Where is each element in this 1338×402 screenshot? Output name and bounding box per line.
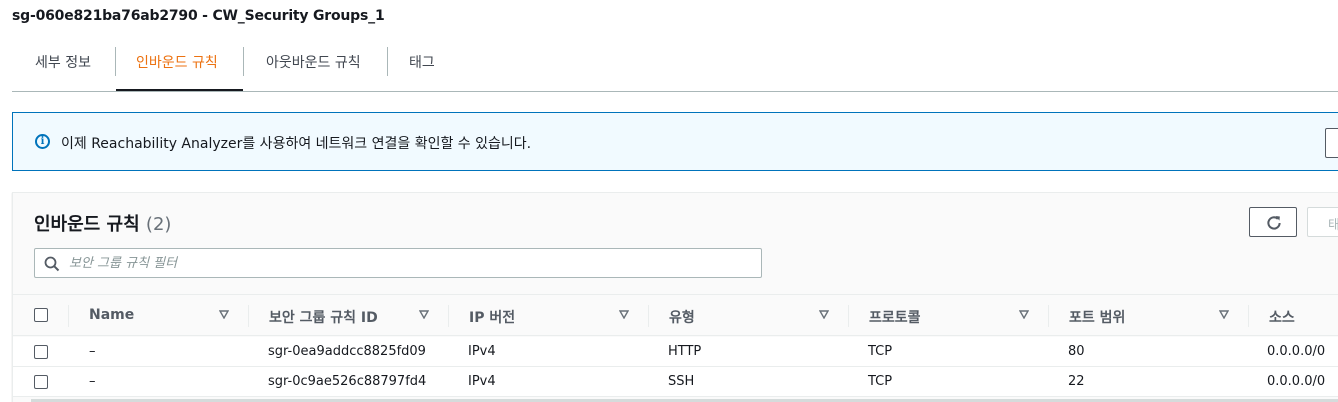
alert-action-button[interactable] [1325, 128, 1338, 158]
page-title: sg-060e821ba76ab2790 - CW_Security Group… [12, 8, 385, 24]
tab-divider [387, 47, 388, 76]
column-header-ip-version[interactable]: IP 버전 [469, 307, 515, 327]
column-divider [248, 305, 249, 327]
cell-protocol: TCP [868, 344, 893, 359]
panel-title: 인바운드 규칙 (2) [34, 210, 171, 236]
column-divider [1248, 305, 1249, 327]
tab-details[interactable]: 세부 정보 [35, 46, 91, 92]
column-divider [848, 305, 849, 327]
column-divider [68, 305, 69, 327]
info-alert: i 이제 Reachability Analyzer를 사용하여 네트워크 연결… [12, 112, 1338, 171]
tab-inbound-rules[interactable]: 인바운드 규칙 [116, 46, 243, 91]
tab-divider [243, 47, 244, 76]
column-divider [448, 305, 449, 327]
inbound-rules-panel: 인바운드 규칙 (2) 태그 Name 보안 그룹 규칙 ID IP 버전 유형… [12, 192, 1338, 402]
search-field[interactable] [34, 248, 762, 278]
select-all-checkbox[interactable] [34, 308, 48, 322]
column-divider [1048, 305, 1049, 327]
tab-tags[interactable]: 태그 [409, 46, 435, 92]
search-input[interactable] [69, 249, 749, 277]
column-header-type[interactable]: 유형 [669, 307, 695, 327]
cell-source: 0.0.0.0/0 [1267, 344, 1326, 359]
refresh-icon [1267, 216, 1281, 230]
column-header-protocol[interactable]: 프로토콜 [869, 307, 921, 327]
tab-bar: 세부 정보 인바운드 규칙 아웃바운드 규칙 태그 [12, 34, 1338, 92]
info-icon: i [35, 134, 50, 149]
cell-port-range: 80 [1068, 344, 1085, 359]
sort-icon[interactable] [619, 310, 629, 319]
column-header-rule-id[interactable]: 보안 그룹 규칙 ID [269, 307, 378, 327]
refresh-button[interactable] [1249, 207, 1297, 237]
rule-count: (2) [145, 214, 172, 235]
tab-outbound-rules[interactable]: 아웃바운드 규칙 [266, 46, 361, 92]
cell-ip-version: IPv4 [468, 344, 496, 359]
search-icon [44, 256, 60, 272]
row-checkbox[interactable] [34, 345, 48, 359]
table-row[interactable]: – sgr-0ea9addcc8825fd09 IPv4 HTTP TCP 80… [13, 337, 1338, 367]
cell-port-range: 22 [1068, 374, 1085, 389]
column-header-name[interactable]: Name [89, 307, 134, 323]
cell-name: – [89, 344, 96, 359]
column-header-source[interactable]: 소스 [1269, 307, 1295, 327]
panel-title-text: 인바운드 규칙 [34, 214, 140, 235]
cell-type: HTTP [668, 344, 702, 359]
cell-ip-version: IPv4 [468, 374, 496, 389]
cell-name: – [89, 374, 96, 389]
column-header-port-range[interactable]: 포트 범위 [1069, 307, 1125, 327]
table-header: Name 보안 그룹 규칙 ID IP 버전 유형 프로토콜 포트 범위 소스 [13, 294, 1338, 336]
column-divider [648, 305, 649, 327]
sort-icon[interactable] [819, 310, 829, 319]
cell-rule-id: sgr-0ea9addcc8825fd09 [268, 344, 426, 359]
row-checkbox[interactable] [34, 375, 48, 389]
sort-icon[interactable] [1019, 310, 1029, 319]
sort-icon[interactable] [419, 310, 429, 319]
edit-rules-button[interactable]: 태그 [1307, 207, 1338, 237]
sort-icon[interactable] [219, 310, 229, 319]
cell-protocol: TCP [868, 374, 893, 389]
cell-rule-id: sgr-0c9ae526c88797fd4 [268, 374, 427, 389]
cell-type: SSH [668, 374, 695, 389]
cell-source: 0.0.0.0/0 [1267, 374, 1326, 389]
sort-icon[interactable] [1219, 310, 1229, 319]
info-alert-text: 이제 Reachability Analyzer를 사용하여 네트워크 연결을 … [61, 136, 532, 152]
table-row[interactable]: – sgr-0c9ae526c88797fd4 IPv4 SSH TCP 22 … [13, 367, 1338, 397]
